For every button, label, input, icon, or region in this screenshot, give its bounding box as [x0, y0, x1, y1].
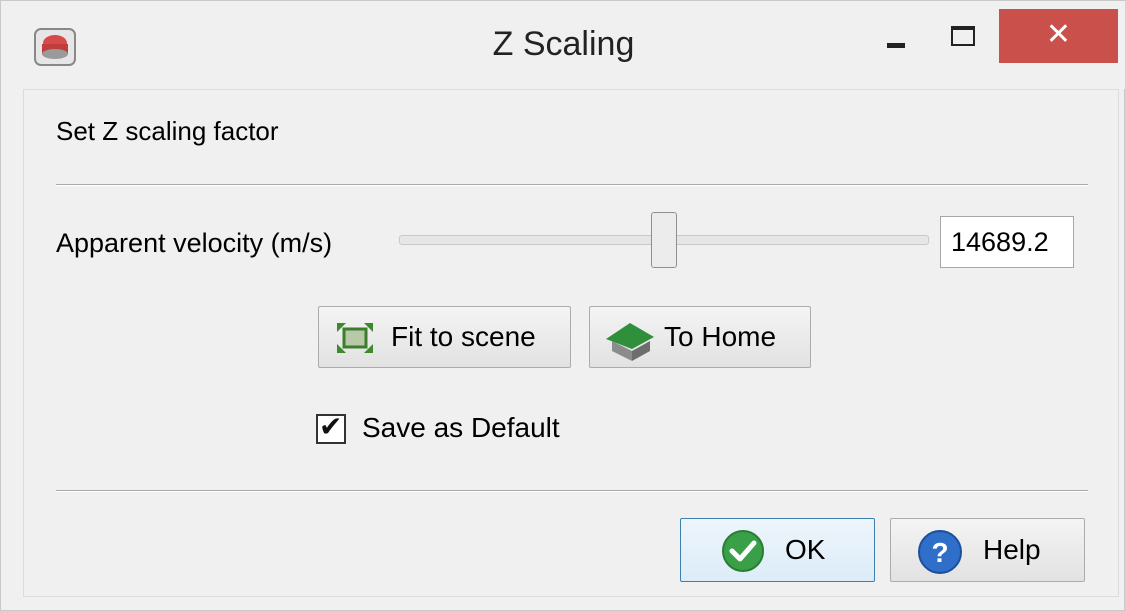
svg-text:?: ? — [931, 537, 948, 568]
checkmark-icon: ✔ — [319, 411, 343, 442]
maximize-button[interactable] — [931, 9, 999, 63]
to-home-label: To Home — [664, 321, 777, 352]
minimize-icon — [887, 43, 905, 48]
save-default-checkbox[interactable]: ✔ — [316, 411, 346, 444]
close-icon: ✕ — [1045, 18, 1072, 51]
to-home-button[interactable]: To Home — [589, 306, 811, 368]
fit-to-scene-icon — [337, 323, 373, 353]
title-bar[interactable]: Z Scaling ✕ — [1, 1, 1125, 89]
velocity-input[interactable] — [940, 216, 1074, 268]
checkmark-circle-icon — [722, 530, 764, 572]
dialog-content: Set Z scaling factor Apparent velocity (… — [23, 89, 1119, 597]
velocity-slider-thumb[interactable] — [651, 212, 677, 268]
home-icon — [606, 323, 654, 361]
fit-to-scene-button[interactable]: Fit to scene — [318, 306, 571, 368]
velocity-label: Apparent velocity (m/s) — [56, 228, 333, 258]
dialog-heading: Set Z scaling factor — [56, 116, 279, 146]
separator-bottom — [56, 490, 1088, 492]
close-button[interactable]: ✕ — [999, 9, 1118, 63]
help-button[interactable]: ? Help — [890, 518, 1085, 582]
separator-top — [56, 184, 1088, 186]
fit-to-scene-label: Fit to scene — [391, 321, 536, 352]
help-label: Help — [983, 534, 1041, 565]
maximize-icon — [951, 26, 975, 46]
ok-button[interactable]: OK — [680, 518, 875, 582]
question-circle-icon: ? — [918, 530, 962, 574]
ok-label: OK — [785, 534, 826, 565]
z-scaling-dialog: Z Scaling ✕ Set Z scaling factor Apparen… — [0, 0, 1125, 611]
minimize-button[interactable] — [861, 9, 931, 63]
save-default-label[interactable]: Save as Default — [362, 412, 560, 444]
